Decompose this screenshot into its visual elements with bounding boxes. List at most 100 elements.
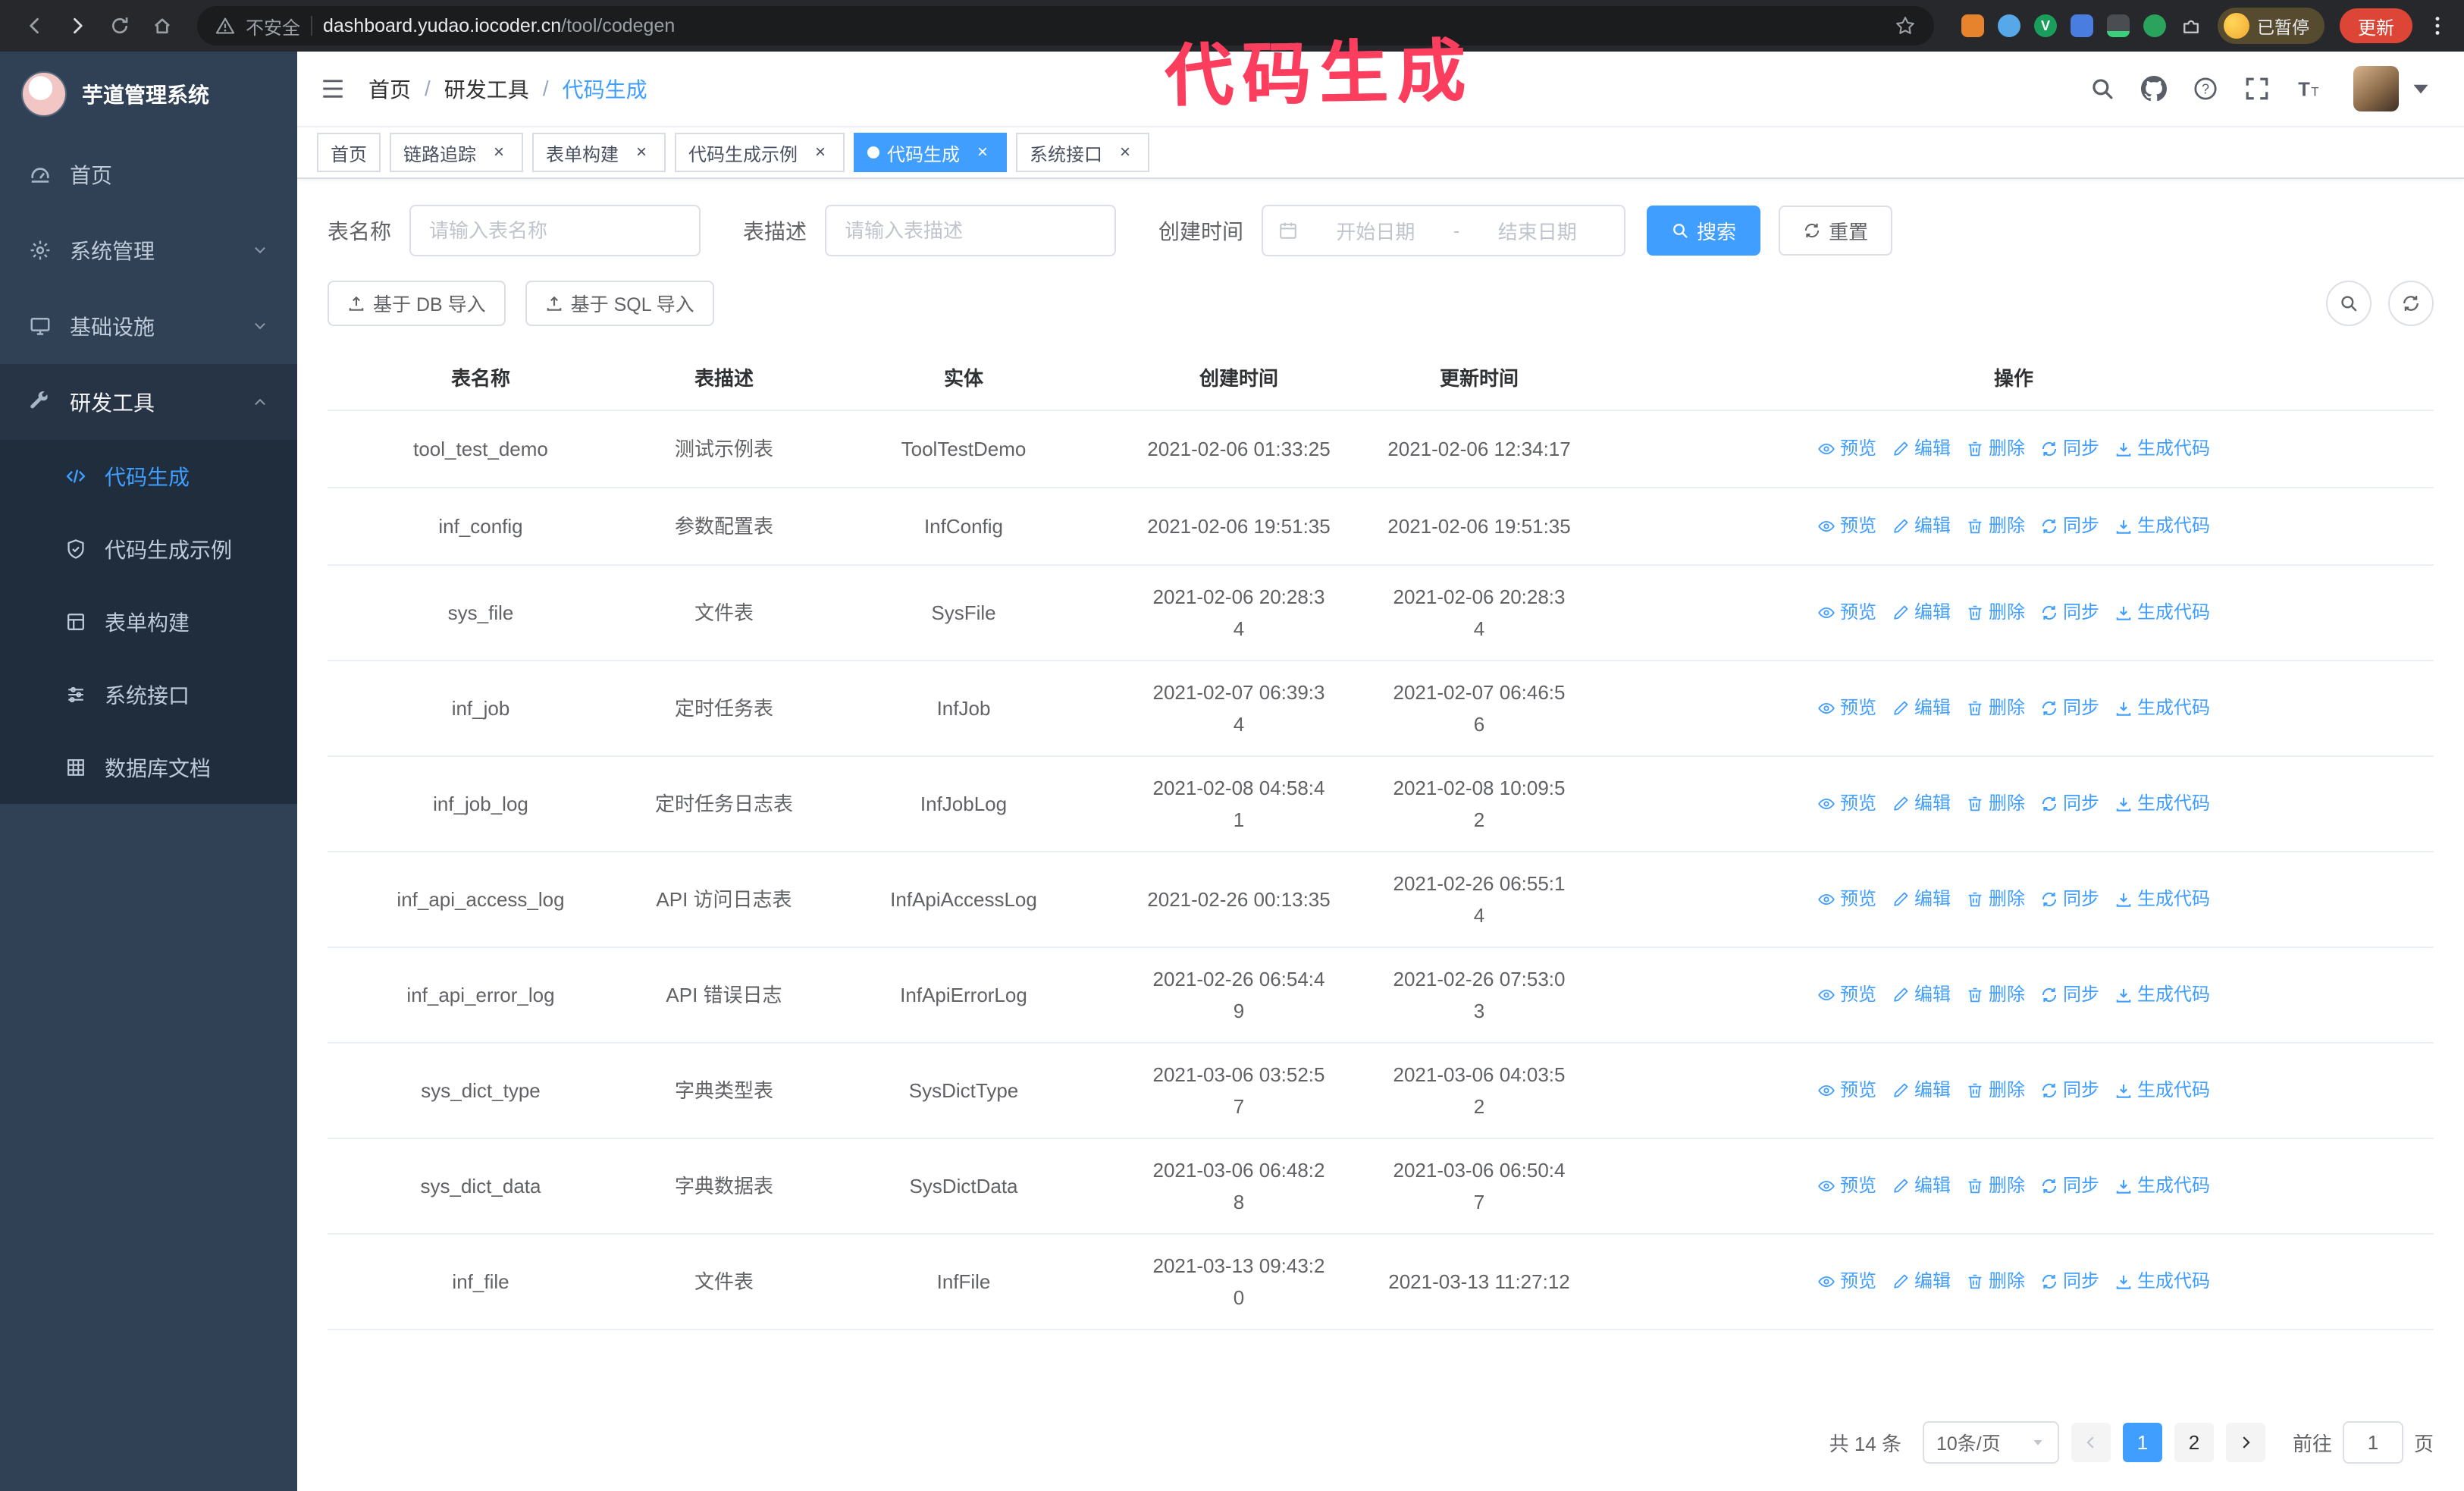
date-range-picker[interactable]: 开始日期 - 结束日期: [1262, 205, 1626, 256]
extension-icon-2[interactable]: [1998, 14, 2020, 37]
action-delete-link[interactable]: 删除: [1966, 1075, 2025, 1106]
action-eye-link[interactable]: 预览: [1817, 884, 1876, 915]
action-delete-link[interactable]: 删除: [1966, 433, 2025, 465]
action-eye-link[interactable]: 预览: [1817, 788, 1876, 820]
action-refresh-link[interactable]: 同步: [2040, 692, 2099, 724]
action-download-link[interactable]: 生成代码: [2114, 1266, 2210, 1298]
chrome-update-button[interactable]: 更新: [2340, 8, 2412, 43]
import-sql-button[interactable]: 基于 SQL 导入: [525, 281, 714, 326]
sidebar-subitem-1[interactable]: 代码生成示例: [0, 513, 297, 585]
page-button-1[interactable]: 1: [2122, 1423, 2162, 1462]
action-edit-link[interactable]: 编辑: [1892, 1170, 1951, 1202]
sidebar-item-2[interactable]: 基础设施: [0, 288, 297, 364]
action-edit-link[interactable]: 编辑: [1892, 692, 1951, 724]
action-eye-link[interactable]: 预览: [1817, 1266, 1876, 1298]
action-delete-link[interactable]: 删除: [1966, 1170, 2025, 1202]
sidebar-subitem-3[interactable]: 系统接口: [0, 658, 297, 731]
toggle-search-button[interactable]: [2326, 281, 2372, 326]
action-refresh-link[interactable]: 同步: [2040, 433, 2099, 465]
action-edit-link[interactable]: 编辑: [1892, 1075, 1951, 1106]
action-refresh-link[interactable]: 同步: [2040, 1075, 2099, 1106]
action-delete-link[interactable]: 删除: [1966, 510, 2025, 542]
sidebar-logo[interactable]: 芋道管理系统: [0, 52, 297, 137]
action-download-link[interactable]: 生成代码: [2114, 979, 2210, 1011]
breadcrumb-item-1[interactable]: 研发工具: [444, 74, 529, 104]
page-size-select[interactable]: 10条/页: [1922, 1421, 2059, 1464]
bookmark-star-icon[interactable]: [1895, 15, 1916, 36]
close-tab-icon[interactable]: ×: [1114, 142, 1136, 163]
extension-icon-4[interactable]: [2071, 14, 2093, 37]
action-download-link[interactable]: 生成代码: [2114, 433, 2210, 465]
address-bar[interactable]: 不安全 dashboard.yudao.iocoder.cn/tool/code…: [197, 6, 1934, 46]
user-menu[interactable]: [2353, 66, 2434, 111]
tab-2[interactable]: 表单构建 ×: [532, 133, 666, 172]
action-delete-link[interactable]: 删除: [1966, 884, 2025, 915]
tab-1[interactable]: 链路追踪 ×: [390, 133, 523, 172]
action-delete-link[interactable]: 删除: [1966, 597, 2025, 629]
action-eye-link[interactable]: 预览: [1817, 979, 1876, 1011]
action-eye-link[interactable]: 预览: [1817, 1075, 1876, 1106]
action-eye-link[interactable]: 预览: [1817, 433, 1876, 465]
tab-5[interactable]: 系统接口 ×: [1016, 133, 1149, 172]
close-tab-icon[interactable]: ×: [972, 142, 993, 163]
extension-icon-3[interactable]: V: [2034, 14, 2057, 37]
action-edit-link[interactable]: 编辑: [1892, 433, 1951, 465]
import-db-button[interactable]: 基于 DB 导入: [328, 281, 506, 326]
sidebar-subitem-0[interactable]: 代码生成: [0, 440, 297, 513]
action-refresh-link[interactable]: 同步: [2040, 1170, 2099, 1202]
forward-icon[interactable]: [58, 6, 97, 46]
search-button[interactable]: 搜索: [1647, 206, 1761, 256]
action-refresh-link[interactable]: 同步: [2040, 884, 2099, 915]
action-edit-link[interactable]: 编辑: [1892, 597, 1951, 629]
sidebar-subitem-2[interactable]: 表单构建: [0, 585, 297, 658]
sidebar-item-3[interactable]: 研发工具: [0, 364, 297, 440]
action-delete-link[interactable]: 删除: [1966, 692, 2025, 724]
action-download-link[interactable]: 生成代码: [2114, 884, 2210, 915]
action-eye-link[interactable]: 预览: [1817, 597, 1876, 629]
sidebar-item-0[interactable]: 首页: [0, 137, 297, 212]
action-delete-link[interactable]: 删除: [1966, 788, 2025, 820]
action-edit-link[interactable]: 编辑: [1892, 884, 1951, 915]
help-icon[interactable]: [2193, 76, 2218, 102]
page-button-2[interactable]: 2: [2174, 1423, 2214, 1462]
close-tab-icon[interactable]: ×: [631, 142, 652, 163]
table-desc-input[interactable]: [825, 205, 1117, 256]
table-name-input[interactable]: [409, 205, 701, 256]
next-page-button[interactable]: [2225, 1423, 2265, 1462]
action-refresh-link[interactable]: 同步: [2040, 1266, 2099, 1298]
extensions-puzzle-icon[interactable]: [2180, 14, 2202, 37]
prev-page-button[interactable]: [2071, 1423, 2111, 1462]
chrome-menu-icon[interactable]: [2426, 14, 2449, 37]
action-edit-link[interactable]: 编辑: [1892, 1266, 1951, 1298]
breadcrumb-item-0[interactable]: 首页: [368, 74, 411, 104]
action-eye-link[interactable]: 预览: [1817, 1170, 1876, 1202]
action-refresh-link[interactable]: 同步: [2040, 597, 2099, 629]
action-edit-link[interactable]: 编辑: [1892, 510, 1951, 542]
action-download-link[interactable]: 生成代码: [2114, 788, 2210, 820]
action-edit-link[interactable]: 编辑: [1892, 788, 1951, 820]
close-tab-icon[interactable]: ×: [810, 142, 831, 163]
action-download-link[interactable]: 生成代码: [2114, 1170, 2210, 1202]
action-refresh-link[interactable]: 同步: [2040, 510, 2099, 542]
sidebar-subitem-4[interactable]: 数据库文档: [0, 731, 297, 804]
sidebar-item-1[interactable]: 系统管理: [0, 212, 297, 288]
action-download-link[interactable]: 生成代码: [2114, 692, 2210, 724]
action-delete-link[interactable]: 删除: [1966, 979, 2025, 1011]
tab-3[interactable]: 代码生成示例 ×: [675, 133, 845, 172]
action-eye-link[interactable]: 预览: [1817, 692, 1876, 724]
github-icon[interactable]: [2141, 76, 2167, 102]
hamburger-icon[interactable]: [320, 76, 346, 102]
action-eye-link[interactable]: 预览: [1817, 510, 1876, 542]
search-icon[interactable]: [2089, 76, 2115, 102]
tab-4[interactable]: 代码生成 ×: [854, 133, 1007, 172]
action-download-link[interactable]: 生成代码: [2114, 597, 2210, 629]
reset-button[interactable]: 重置: [1779, 206, 1893, 256]
extension-icon-6[interactable]: [2143, 14, 2166, 37]
reload-icon[interactable]: [100, 6, 140, 46]
refresh-table-button[interactable]: [2388, 281, 2434, 326]
action-download-link[interactable]: 生成代码: [2114, 510, 2210, 542]
home-icon[interactable]: [143, 6, 182, 46]
close-tab-icon[interactable]: ×: [488, 142, 509, 163]
font-size-icon[interactable]: [2296, 76, 2321, 102]
profile-paused-chip[interactable]: 已暂停: [2218, 8, 2324, 44]
